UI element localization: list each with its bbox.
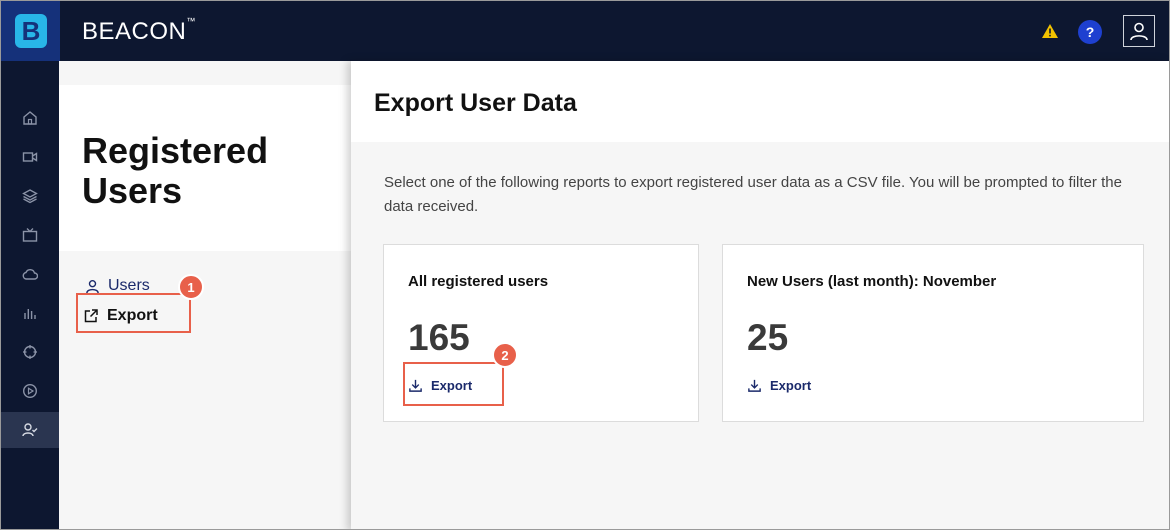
side-nav xyxy=(1,61,59,529)
logo-letter: B xyxy=(21,16,40,46)
beacon-logo[interactable]: B xyxy=(1,1,60,61)
user-icon xyxy=(86,279,99,293)
nav-target[interactable] xyxy=(1,334,59,370)
registered-users-panel: Registered Users Users Export 1 xyxy=(59,85,351,529)
export-label: Export xyxy=(770,378,812,393)
callout-badge-1: 1 xyxy=(178,274,204,300)
help-icon[interactable]: ? xyxy=(1078,20,1102,44)
card-title: All registered users xyxy=(408,273,549,290)
trademark: ™ xyxy=(186,16,196,26)
callout-badge-2: 2 xyxy=(492,342,518,368)
page-title: Registered Users xyxy=(82,130,269,211)
user-check-icon xyxy=(22,423,38,437)
callout-box-1 xyxy=(76,293,191,333)
nav-home[interactable] xyxy=(1,100,59,136)
drawer-description: Select one of the following reports to e… xyxy=(384,174,1122,215)
export-drawer: Export User Data Select one of the follo… xyxy=(351,61,1169,529)
nav-cloud[interactable] xyxy=(1,256,59,292)
top-bar: B BEACON™ ? xyxy=(1,1,1169,61)
download-icon xyxy=(748,379,761,392)
nav-registered-users[interactable] xyxy=(1,412,59,448)
warning-icon[interactable] xyxy=(1041,23,1059,39)
user-icon xyxy=(1130,22,1148,41)
home-icon xyxy=(23,111,37,125)
target-icon xyxy=(23,345,37,359)
card-count: 165 xyxy=(408,317,470,358)
nav-video[interactable] xyxy=(1,139,59,175)
card-count: 25 xyxy=(747,317,789,358)
drawer-title: Export User Data xyxy=(374,89,577,117)
export-button-new-users[interactable]: Export xyxy=(747,378,811,393)
layers-icon xyxy=(22,189,38,204)
play-circle-icon xyxy=(22,383,38,399)
nav-play[interactable] xyxy=(1,373,59,409)
tv-icon xyxy=(22,228,38,242)
brand-text: BEACON xyxy=(82,18,187,45)
callout-box-2 xyxy=(403,362,504,406)
nav-tv[interactable] xyxy=(1,217,59,253)
app-frame: B BEACON™ ? Registered Users Users Expor… xyxy=(0,0,1170,530)
nav-analytics[interactable] xyxy=(1,295,59,331)
user-menu-button[interactable] xyxy=(1123,15,1155,47)
help-label: ? xyxy=(1085,24,1095,40)
video-icon xyxy=(22,152,38,162)
drawer-header: Export User Data xyxy=(351,61,1169,142)
logo-icon: B xyxy=(14,14,47,48)
card-title: New Users (last month): November xyxy=(747,273,997,290)
brand-name: BEACON™ xyxy=(82,16,196,46)
subnav-area: Users Export 1 xyxy=(59,251,351,529)
nav-layers[interactable] xyxy=(1,178,59,214)
cloud-icon xyxy=(22,269,38,280)
report-card-new-users: New Users (last month): November 25 Expo… xyxy=(722,244,1144,422)
bar-chart-icon xyxy=(24,309,36,319)
